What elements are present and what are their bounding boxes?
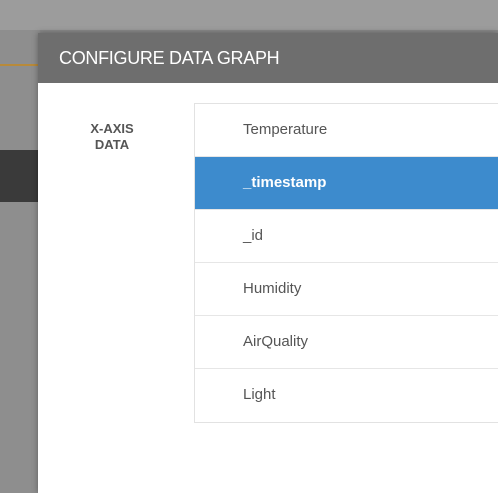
list-item-timestamp[interactable]: _timestamp bbox=[195, 157, 498, 210]
dialog-title: CONFIGURE DATA GRAPH bbox=[59, 48, 280, 68]
list-item-temperature[interactable]: Temperature bbox=[195, 104, 498, 157]
list-item-light[interactable]: Light bbox=[195, 369, 498, 422]
x-axis-label-line2: DATA bbox=[94, 137, 130, 152]
dialog-header: CONFIGURE DATA GRAPH bbox=[38, 33, 498, 83]
list-item-airquality[interactable]: AirQuality bbox=[195, 316, 498, 369]
background-top-bar bbox=[0, 0, 498, 30]
x-axis-data-list: Temperature _timestamp _id Humidity AirQ… bbox=[194, 103, 498, 423]
list-item-humidity[interactable]: Humidity bbox=[195, 263, 498, 316]
x-axis-data-label: X-AXIS DATA bbox=[58, 121, 166, 153]
background-page bbox=[0, 30, 40, 493]
x-axis-label-line1: X-AXIS bbox=[90, 121, 134, 136]
background-dark-band bbox=[0, 150, 40, 202]
background-accent-line bbox=[0, 64, 40, 66]
list-item-id[interactable]: _id bbox=[195, 210, 498, 263]
configure-data-graph-dialog: CONFIGURE DATA GRAPH X-AXIS DATA Tempera… bbox=[38, 33, 498, 493]
